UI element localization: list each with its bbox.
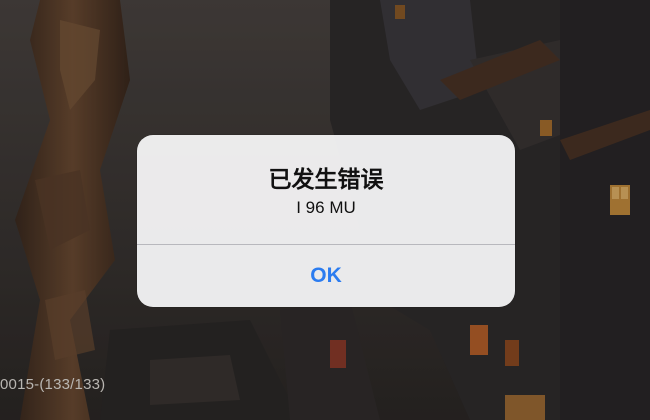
alert-message: I 96 MU <box>296 198 356 217</box>
alert-title: 已发生错误 <box>268 167 384 193</box>
error-alert-dialog: 已发生错误 I 96 MU OK <box>137 135 515 307</box>
version-label: 0015-(133/133) <box>0 376 106 393</box>
ok-button[interactable]: OK <box>137 245 515 307</box>
